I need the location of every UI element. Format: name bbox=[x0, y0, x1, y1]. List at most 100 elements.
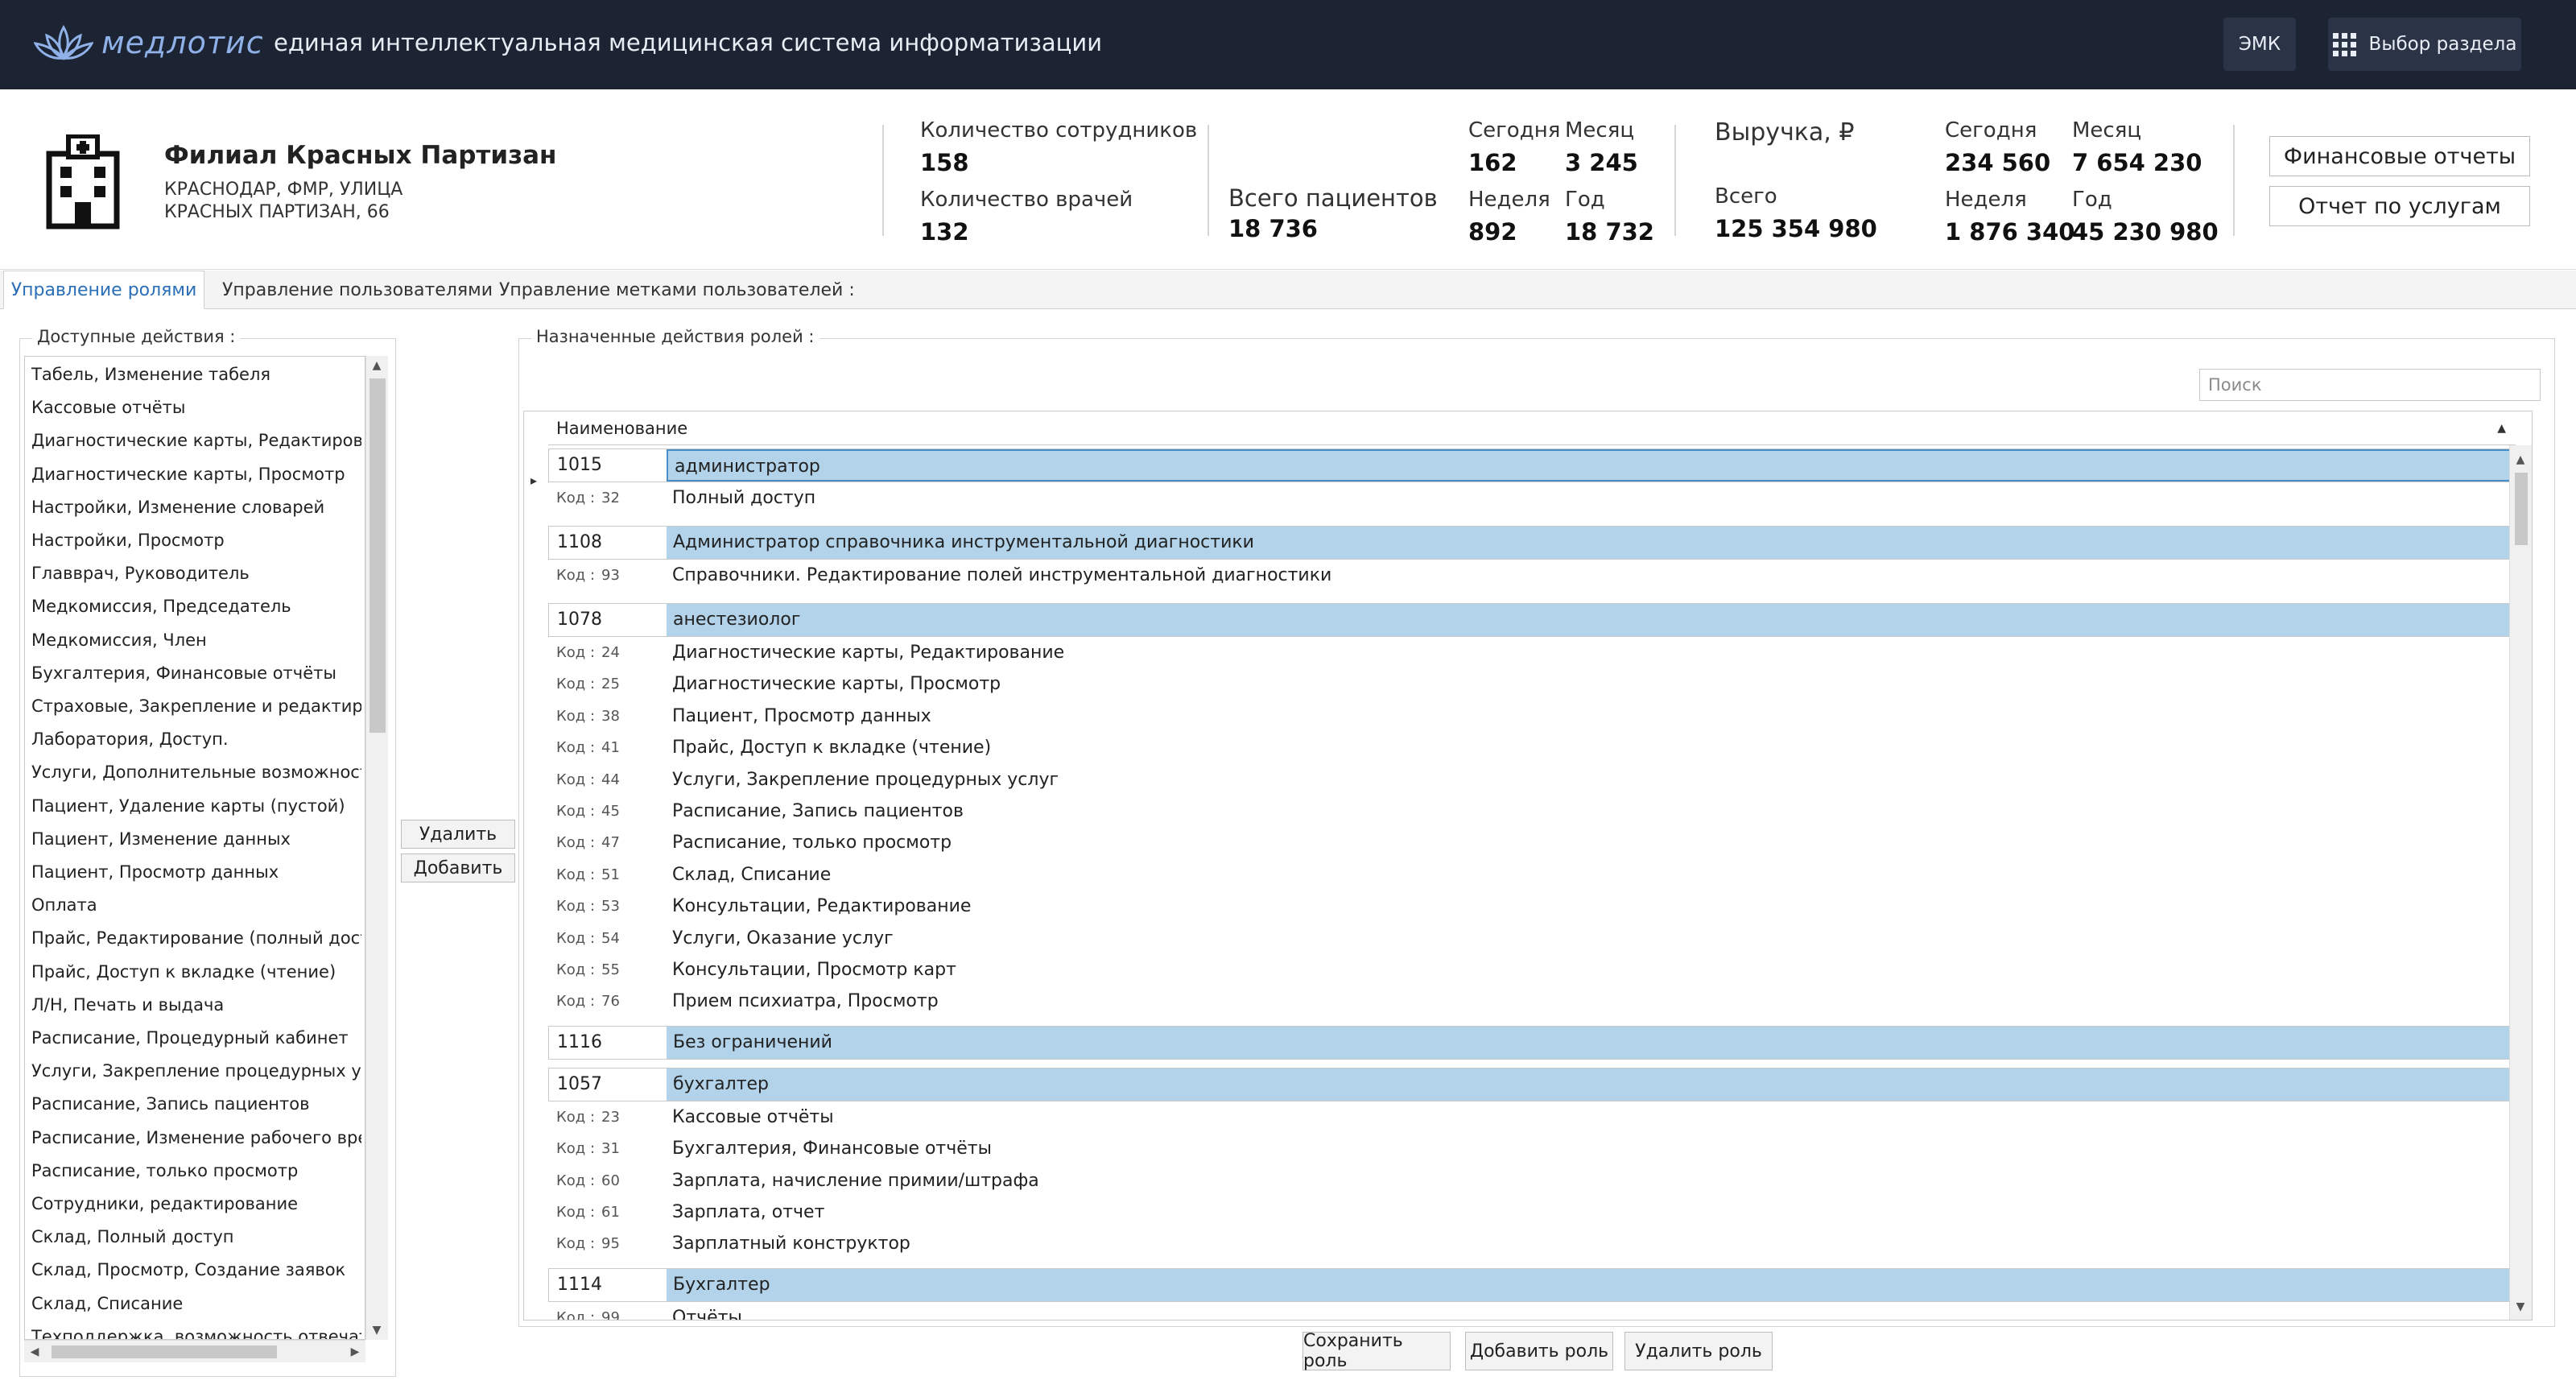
available-action-item[interactable]: Л/Н, Печать и выдача bbox=[31, 989, 361, 1021]
permission-row[interactable]: Код : 93 Справочники. Редактирование полей… bbox=[548, 560, 2512, 592]
available-action-item[interactable]: Оплата bbox=[31, 889, 361, 921]
available-action-item[interactable]: Расписание, Процедурный кабинет bbox=[31, 1022, 361, 1054]
permission-code: Код : 38 bbox=[556, 701, 620, 733]
permission-row[interactable]: Код : 47 Расписание, только просмотр bbox=[548, 827, 2512, 859]
available-action-item[interactable]: Медкомиссия, Член bbox=[31, 624, 361, 656]
permission-code: Код : 25 bbox=[556, 668, 620, 701]
role-id: 1114 bbox=[557, 1274, 602, 1295]
role-name[interactable]: Бухгалтер bbox=[667, 1268, 2512, 1301]
role-name[interactable]: бухгалтер bbox=[667, 1068, 2512, 1101]
column-header-name[interactable]: Наименование ▲ bbox=[548, 411, 2516, 445]
available-action-item[interactable]: Расписание, только просмотр bbox=[31, 1155, 361, 1187]
role-name[interactable]: администратор bbox=[667, 449, 2512, 482]
available-action-item[interactable]: Кассовые отчёты bbox=[31, 391, 361, 424]
service-report-button[interactable]: Отчет по услугам bbox=[2269, 186, 2530, 226]
available-actions-list[interactable]: Табель, Изменение табеля Кассовые отчёты Д… bbox=[24, 356, 365, 1340]
tab-user-tags[interactable]: Управление метками пользователей : bbox=[499, 271, 855, 309]
add-role-button[interactable]: Добавить роль bbox=[1465, 1332, 1613, 1370]
scroll-thumb[interactable] bbox=[369, 378, 386, 733]
permission-row[interactable]: Код : 24 Диагностические карты, Редактиров… bbox=[548, 637, 2512, 669]
available-action-item[interactable]: Пациент, Просмотр данных bbox=[31, 856, 361, 888]
code-prefix: Код : bbox=[556, 739, 596, 757]
available-action-item[interactable]: Прайс, Доступ к вкладке (чтение) bbox=[31, 956, 361, 988]
permission-row[interactable]: Код : 99 Отчёты bbox=[548, 1302, 2512, 1320]
sort-icon[interactable]: ▲ bbox=[2497, 411, 2506, 445]
available-action-item[interactable]: Табель, Изменение табеля bbox=[31, 358, 361, 391]
scroll-left-icon[interactable]: ◀ bbox=[24, 1342, 45, 1362]
available-action-item[interactable]: Услуги, Закрепление процедурных услуг bbox=[31, 1055, 361, 1087]
role-row[interactable]: 1057 бухгалтер bbox=[548, 1067, 2512, 1101]
permission-code: Код : 51 bbox=[556, 859, 620, 891]
year-label: Год bbox=[1565, 188, 1605, 212]
permission-row[interactable]: Код : 76 Прием психиатра, Просмотр bbox=[548, 986, 2512, 1018]
scroll-down-icon[interactable]: ▼ bbox=[2510, 1297, 2531, 1316]
permission-row[interactable]: Код : 25 Диагностические карты, Просмотр bbox=[548, 668, 2512, 701]
available-action-item[interactable]: Бухгалтерия, Финансовые отчёты bbox=[31, 657, 361, 689]
scroll-thumb[interactable] bbox=[2515, 473, 2528, 545]
role-row[interactable]: 1116 Без ограничений bbox=[548, 1025, 2512, 1060]
app-logo[interactable]: медлотис bbox=[34, 23, 264, 63]
available-action-item[interactable]: Склад, Списание bbox=[31, 1287, 361, 1320]
scroll-up-icon[interactable]: ▲ bbox=[366, 356, 387, 375]
permission-row[interactable]: Код : 41 Прайс, Доступ к вкладке (чтение) bbox=[548, 732, 2512, 764]
tab-roles[interactable]: Управление ролями bbox=[3, 271, 204, 309]
available-action-item[interactable]: Лаборатория, Доступ. bbox=[31, 723, 361, 755]
section-select-button[interactable]: Выбор раздела bbox=[2328, 18, 2521, 71]
code-prefix: Код : bbox=[556, 676, 596, 693]
available-action-item[interactable]: Настройки, Изменение словарей bbox=[31, 491, 361, 523]
available-action-item[interactable]: Услуги, Дополнительные возможности, bbox=[31, 756, 361, 788]
permission-row[interactable]: Код : 23 Кассовые отчёты bbox=[548, 1101, 2512, 1134]
search-input[interactable]: Поиск bbox=[2199, 369, 2541, 401]
available-action-item[interactable]: Диагностические карты, Редактирование bbox=[31, 424, 361, 457]
emk-button[interactable]: ЭМК bbox=[2223, 18, 2296, 71]
permission-row[interactable]: Код : 31 Бухгалтерия, Финансовые отчёты bbox=[548, 1133, 2512, 1165]
available-horizontal-scrollbar[interactable]: ◀ ▶ bbox=[24, 1340, 365, 1362]
tab-users[interactable]: Управление пользователями bbox=[222, 271, 493, 309]
permission-row[interactable]: Код : 53 Консультации, Редактирование bbox=[548, 891, 2512, 923]
role-row[interactable]: 1114 Бухгалтер bbox=[548, 1267, 2512, 1302]
table-vertical-scrollbar[interactable]: ▲ ▼ bbox=[2509, 445, 2532, 1320]
available-action-item[interactable]: Склад, Просмотр, Создание заявок bbox=[31, 1254, 361, 1286]
available-action-item[interactable]: Главврач, Руководитель bbox=[31, 557, 361, 589]
permission-row[interactable]: Код : 55 Консультации, Просмотр карт bbox=[548, 954, 2512, 986]
available-action-item[interactable]: Пациент, Удаление карты (пустой) bbox=[31, 790, 361, 822]
add-action-button[interactable]: Добавить bbox=[401, 853, 515, 882]
available-action-item[interactable]: Настройки, Просмотр bbox=[31, 524, 361, 556]
available-vertical-scrollbar[interactable]: ▲ ▼ bbox=[365, 356, 388, 1340]
available-action-item[interactable]: Диагностические карты, Просмотр bbox=[31, 458, 361, 490]
scroll-up-icon[interactable]: ▲ bbox=[2510, 450, 2531, 469]
delete-role-button[interactable]: Удалить роль bbox=[1624, 1332, 1773, 1370]
available-action-item[interactable]: Техподдержка, возможность отвечать на bbox=[31, 1321, 361, 1339]
available-action-item[interactable]: Прайс, Редактирование (полный доступ) bbox=[31, 922, 361, 954]
permission-row[interactable]: Код : 32 Полный доступ bbox=[548, 482, 2512, 515]
scroll-thumb[interactable] bbox=[52, 1345, 277, 1358]
scroll-right-icon[interactable]: ▶ bbox=[345, 1342, 365, 1362]
available-action-item[interactable]: Страховые, Закрепление и редактирование bbox=[31, 690, 361, 722]
scroll-down-icon[interactable]: ▼ bbox=[366, 1321, 387, 1340]
remove-action-button[interactable]: Удалить bbox=[401, 820, 515, 849]
permission-row[interactable]: Код : 51 Склад, Списание bbox=[548, 859, 2512, 891]
permission-row[interactable]: Код : 45 Расписание, Запись пациентов bbox=[548, 796, 2512, 828]
permission-row[interactable]: Код : 44 Услуги, Закрепление процедурных у… bbox=[548, 764, 2512, 796]
role-name[interactable]: анестезиолог bbox=[667, 604, 2512, 636]
available-action-item[interactable]: Расписание, Изменение рабочего времени bbox=[31, 1122, 361, 1154]
permission-row[interactable]: Код : 95 Зарплатный конструктор bbox=[548, 1228, 2512, 1260]
role-row[interactable]: 1015 администратор bbox=[548, 448, 2512, 482]
save-role-button[interactable]: Сохранить роль bbox=[1302, 1331, 1451, 1371]
role-row[interactable]: 1078 анестезиолог bbox=[548, 603, 2512, 637]
available-action-item[interactable]: Расписание, Запись пациентов bbox=[31, 1088, 361, 1120]
role-name[interactable]: Без ограничений bbox=[667, 1026, 2512, 1059]
permission-row[interactable]: Код : 61 Зарплата, отчет bbox=[548, 1197, 2512, 1229]
permission-row[interactable]: Код : 38 Пациент, Просмотр данных bbox=[548, 701, 2512, 733]
available-action-item[interactable]: Медкомиссия, Председатель bbox=[31, 590, 361, 622]
permission-row[interactable]: Код : 60 Зарплата, начисление примии/штраф… bbox=[548, 1165, 2512, 1197]
permission-row[interactable]: Код : 54 Услуги, Оказание услуг bbox=[548, 923, 2512, 955]
role-id: 1116 bbox=[557, 1031, 602, 1052]
finance-reports-button[interactable]: Финансовые отчеты bbox=[2269, 136, 2530, 176]
available-action-item[interactable]: Склад, Полный доступ bbox=[31, 1221, 361, 1253]
available-action-item[interactable]: Пациент, Изменение данных bbox=[31, 823, 361, 855]
role-name[interactable]: Администратор справочника инструментальн… bbox=[667, 527, 2512, 559]
permission-name: Прием психиатра, Просмотр bbox=[672, 991, 939, 1012]
available-action-item[interactable]: Сотрудники, редактирование bbox=[31, 1188, 361, 1220]
role-row[interactable]: 1108 Администратор справочника инструмент… bbox=[548, 526, 2512, 560]
